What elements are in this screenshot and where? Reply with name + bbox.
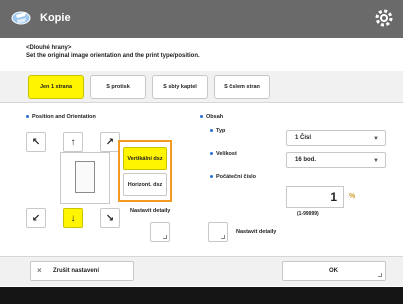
- type-select-value: 1 Čísl: [295, 135, 312, 141]
- numeric-keypad-icon[interactable]: %: [349, 193, 355, 200]
- instruction-text: <Dlouhé hrany> Set the original image or…: [26, 44, 200, 60]
- arrow-up-right-icon: ↗: [105, 136, 115, 148]
- arrow-down-icon: ↓: [70, 212, 76, 224]
- orientation-vertical-button[interactable]: Vertikální dsz: [123, 147, 167, 170]
- arrow-down-right-icon: ↘: [105, 212, 115, 224]
- arrow-down-button[interactable]: ↓: [63, 208, 83, 228]
- tab-bar: Jen 1 strana S protisk S sbiy kaptel S č…: [0, 71, 403, 103]
- expand-corner-icon: [378, 273, 382, 277]
- tab-single-page[interactable]: Jen 1 strana: [28, 75, 84, 99]
- title-bar: Kopie: [0, 0, 403, 38]
- page-preview-sheet: [75, 161, 95, 193]
- text-detail-button[interactable]: [208, 222, 228, 242]
- orientation-group: Vertikální dsz Horizont. dsz: [118, 140, 172, 202]
- tab-chapter[interactable]: S sbiy kaptel: [152, 75, 208, 99]
- tab-page-numbers[interactable]: S čslem stran: [214, 75, 270, 99]
- start-number-field[interactable]: 1: [286, 186, 344, 208]
- bullet-icon: [26, 115, 29, 119]
- type-select[interactable]: 1 Čísl ▼: [286, 130, 386, 146]
- orientation-horizontal-button[interactable]: Horizont. dsz: [123, 173, 167, 196]
- chevron-down-icon: ▼: [373, 136, 379, 142]
- fan-logo-icon: [11, 11, 31, 25]
- page-title: Kopie: [40, 12, 71, 24]
- ok-button[interactable]: OK: [282, 261, 386, 281]
- size-label-text: Velikost: [216, 151, 237, 157]
- arrow-up-right-button[interactable]: ↗: [100, 132, 120, 152]
- footer-bar: [0, 287, 403, 304]
- size-label: Velikost: [210, 151, 237, 157]
- type-label-text: Typ: [216, 128, 226, 134]
- cancel-settings-button[interactable]: × Zrušit nastavení: [30, 261, 134, 281]
- arrow-up-left-icon: ↖: [31, 136, 41, 148]
- arrow-down-left-icon: ↙: [31, 212, 41, 224]
- bullet-icon: [210, 129, 213, 133]
- cancel-settings-label: Zrušit nastavení: [53, 268, 100, 274]
- gear-icon[interactable]: [373, 7, 395, 29]
- position-detail-button[interactable]: [150, 222, 170, 242]
- instruction-line-1: <Dlouhé hrany>: [26, 45, 72, 51]
- position-detail-label: Nastavit detaily: [130, 208, 171, 214]
- expand-corner-icon: [221, 235, 225, 239]
- start-number-value: 1: [330, 190, 337, 204]
- text-title-label: Obsah: [206, 114, 224, 120]
- position-section-title: Position and Orientation: [26, 114, 96, 120]
- start-number-label: Počáteční číslo: [210, 174, 256, 180]
- bullet-icon: [200, 115, 203, 119]
- tab-with-duplex[interactable]: S protisk: [90, 75, 146, 99]
- type-label: Typ: [210, 128, 225, 134]
- text-detail-label: Nastavit detaily: [236, 229, 277, 235]
- arrow-up-icon: ↑: [70, 136, 76, 148]
- chevron-down-icon: ▼: [373, 158, 379, 164]
- start-number-range: (1-99999): [297, 211, 319, 217]
- instruction-line-2: Set the original image orientation and t…: [26, 53, 200, 59]
- arrow-up-button[interactable]: ↑: [63, 132, 83, 152]
- arrow-down-left-button[interactable]: ↙: [26, 208, 46, 228]
- size-select-value: 16 bod.: [295, 157, 317, 163]
- bullet-icon: [210, 152, 213, 156]
- page-preview: [60, 152, 110, 204]
- bullet-icon: [210, 175, 213, 179]
- close-icon: ×: [37, 266, 42, 275]
- position-title-label: Position and Orientation: [32, 114, 96, 120]
- expand-corner-icon: [163, 235, 167, 239]
- ok-label: OK: [329, 268, 338, 274]
- size-select[interactable]: 16 bod. ▼: [286, 152, 386, 168]
- text-section-title: Obsah: [200, 114, 223, 120]
- arrow-down-right-button[interactable]: ↘: [100, 208, 120, 228]
- start-number-label-text: Počáteční číslo: [216, 174, 257, 180]
- arrow-up-left-button[interactable]: ↖: [26, 132, 46, 152]
